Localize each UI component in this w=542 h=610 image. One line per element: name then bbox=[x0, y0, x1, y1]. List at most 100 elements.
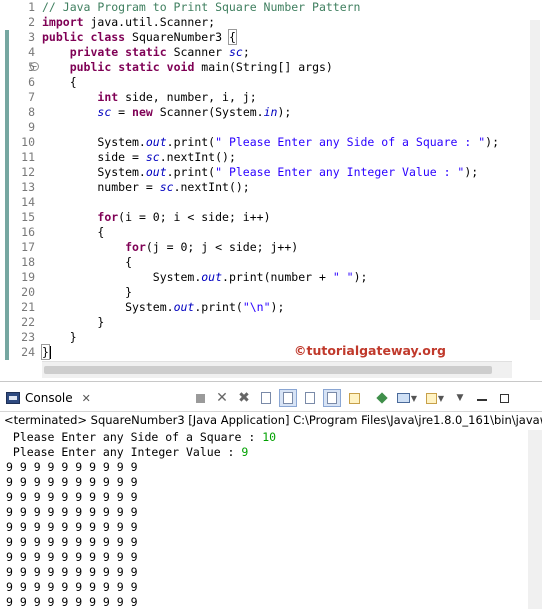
code-token: int bbox=[97, 90, 119, 104]
code-token: { bbox=[227, 29, 237, 45]
code-line: { bbox=[42, 255, 132, 270]
code-token: (j = 0; j < side; j++) bbox=[145, 240, 299, 254]
code-token: sc bbox=[97, 105, 112, 119]
console-output-line: 9 9 9 9 9 9 9 9 9 9 bbox=[6, 580, 138, 594]
editor-horizontal-scrollbar[interactable] bbox=[42, 361, 512, 378]
code-line: System.out.print("\n"); bbox=[42, 300, 284, 315]
code-token: side, number, i, j; bbox=[118, 90, 257, 104]
terminate-icon[interactable] bbox=[191, 389, 209, 407]
console-output-line: 9 9 9 9 9 9 9 9 9 9 bbox=[6, 550, 138, 564]
console-tab[interactable]: Console ✕ bbox=[2, 386, 98, 410]
code-token: " Please Enter any Integer Value : " bbox=[215, 165, 465, 179]
code-token: // Java Program to Print Square Number P… bbox=[42, 0, 361, 14]
line-number: 7 bbox=[28, 90, 35, 104]
line-number: 15 bbox=[21, 210, 35, 224]
code-line: for(j = 0; j < side; j++) bbox=[42, 240, 298, 255]
code-token: for bbox=[97, 210, 119, 224]
close-icon[interactable]: ✕ bbox=[82, 392, 91, 405]
view-menu-icon[interactable]: ▼ bbox=[451, 389, 469, 407]
console-output-line: 9 9 9 9 9 9 9 9 9 9 bbox=[6, 520, 138, 534]
scrollbar-thumb[interactable] bbox=[44, 366, 492, 374]
code-token: out bbox=[201, 270, 223, 284]
console-output-line: 9 9 9 9 9 9 9 9 9 9 bbox=[6, 565, 138, 579]
remove-all-terminated-icon[interactable]: ✖ bbox=[235, 389, 253, 407]
code-token: .print( bbox=[166, 165, 216, 179]
code-token: Scanner bbox=[166, 45, 229, 59]
code-token: ); bbox=[353, 270, 368, 284]
console-user-input: 9 bbox=[241, 445, 249, 459]
code-token: } bbox=[42, 330, 77, 344]
display-selected-console-icon[interactable] bbox=[373, 389, 391, 407]
minimize-icon[interactable] bbox=[473, 389, 491, 407]
code-line: System.out.print(" Please Enter any Inte… bbox=[42, 165, 478, 180]
code-token: new bbox=[132, 105, 153, 119]
show-on-stdout-icon[interactable] bbox=[301, 389, 319, 407]
code-token: System. bbox=[42, 270, 202, 284]
new-console-icon[interactable]: ▼ bbox=[423, 389, 447, 407]
code-token: ); bbox=[270, 300, 285, 314]
code-line: number = sc.nextInt(); bbox=[42, 180, 249, 195]
line-number: 6 bbox=[28, 75, 35, 89]
code-token: sc bbox=[145, 150, 160, 164]
code-line: public class SquareNumber3 { bbox=[42, 29, 237, 45]
code-token: public bbox=[42, 30, 84, 44]
code-token: ; bbox=[242, 45, 250, 59]
pin-console-icon[interactable] bbox=[345, 389, 363, 407]
console-vertical-scrollbar[interactable] bbox=[528, 430, 542, 609]
line-number: 18 bbox=[21, 255, 35, 269]
open-console-icon[interactable]: ▼ bbox=[395, 389, 419, 407]
remove-launch-icon[interactable]: ✕ bbox=[213, 389, 231, 407]
console-icon bbox=[6, 392, 20, 404]
code-token: ); bbox=[464, 165, 479, 179]
line-number: 23 bbox=[21, 330, 35, 344]
code-line: } bbox=[41, 344, 51, 360]
word-wrap-icon[interactable] bbox=[279, 389, 297, 407]
console-output-line: 9 9 9 9 9 9 9 9 9 9 bbox=[6, 460, 138, 474]
code-line: for(i = 0; i < side; i++) bbox=[42, 210, 270, 225]
code-token: } bbox=[41, 344, 50, 360]
code-token: number = bbox=[42, 180, 160, 194]
code-token: void bbox=[166, 60, 195, 74]
scroll-lock-icon[interactable] bbox=[257, 389, 275, 407]
code-line: side = sc.nextInt(); bbox=[42, 150, 236, 165]
code-token: { bbox=[42, 225, 105, 239]
console-output-line: 9 9 9 9 9 9 9 9 9 9 bbox=[6, 490, 138, 504]
code-token: System. bbox=[42, 135, 146, 149]
code-line: } bbox=[42, 315, 104, 330]
code-line: System.out.print(" Please Enter any Side… bbox=[42, 135, 499, 150]
code-token: Scanner(System. bbox=[152, 105, 264, 119]
code-token: System. bbox=[42, 300, 174, 314]
line-number: 13 bbox=[21, 180, 35, 194]
line-number: 19 bbox=[21, 270, 35, 284]
code-line: // Java Program to Print Square Number P… bbox=[42, 0, 361, 15]
code-line: import java.util.Scanner; bbox=[42, 15, 215, 30]
line-number: 2 bbox=[28, 15, 35, 29]
console-toolbar: ✕ ✖ ▼ ▼ ▼ bbox=[189, 389, 515, 407]
line-number: 21 bbox=[21, 300, 35, 314]
code-token: " " bbox=[332, 270, 354, 284]
code-token: public bbox=[69, 60, 112, 74]
watermark: ©tutorialgateway.org bbox=[294, 343, 446, 358]
fold-collapse-icon[interactable]: − bbox=[30, 62, 39, 71]
console-tab-label: Console bbox=[25, 391, 73, 405]
text-caret bbox=[49, 346, 51, 359]
console-output-line: 9 9 9 9 9 9 9 9 9 9 bbox=[6, 595, 138, 609]
code-line: { bbox=[42, 225, 104, 240]
code-token: static bbox=[118, 60, 160, 74]
maximize-icon[interactable] bbox=[495, 389, 513, 407]
code-token: } bbox=[42, 315, 105, 329]
line-number: 9 bbox=[28, 120, 35, 134]
line-number: 4 bbox=[28, 45, 35, 59]
show-on-stderr-icon[interactable] bbox=[323, 389, 341, 407]
line-number: 11 bbox=[21, 150, 35, 164]
console-output-line: Please Enter any Integer Value : 9 bbox=[6, 445, 248, 460]
code-token: private bbox=[69, 45, 119, 59]
code-editor[interactable]: 1 2 3 4 5 6 7 8 9 10 11 12 13 14 15 16 17 18 19 20 21 22 23 24 … bbox=[0, 0, 542, 382]
code-token: main(String[] args) bbox=[194, 60, 333, 74]
editor-vertical-scrollbar[interactable] bbox=[512, 0, 542, 361]
